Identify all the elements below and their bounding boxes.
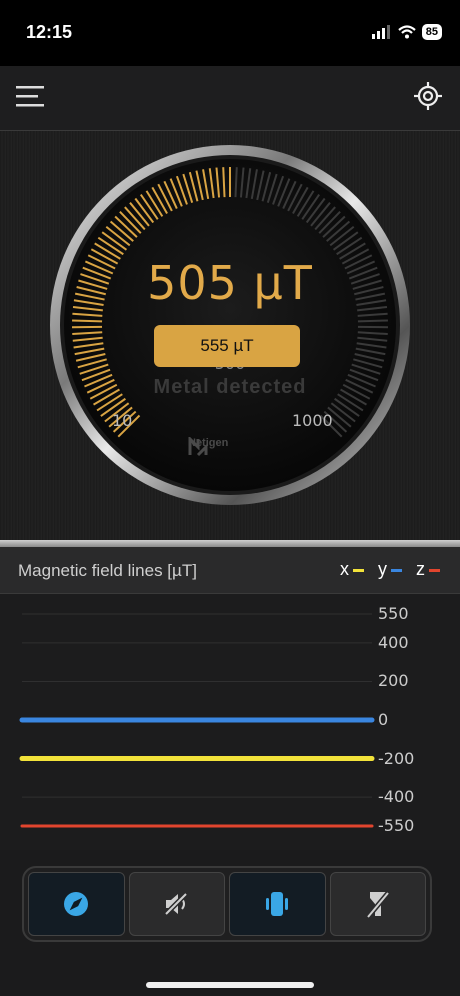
gauge-tick — [222, 167, 226, 198]
y-tick-label: -400 — [378, 787, 415, 807]
gauge-tick — [234, 167, 238, 198]
legend-z: z — [416, 559, 440, 580]
y-tick-label: 400 — [378, 632, 409, 652]
y-tick-label: 550 — [378, 604, 409, 623]
sound-tab[interactable] — [128, 872, 225, 936]
max-reading-badge: 555 µT — [154, 325, 300, 367]
vibrate-icon — [266, 892, 289, 916]
menu-icon — [16, 86, 44, 107]
divider — [0, 540, 460, 547]
y-tick-label: 200 — [378, 671, 409, 691]
compass-tab[interactable] — [28, 872, 125, 936]
status-time: 12:15 — [26, 22, 73, 42]
status-icons: 85 — [371, 24, 442, 40]
scale-max-label: 1000 — [292, 411, 333, 430]
brand-logo: Netigen — [188, 437, 228, 457]
wifi-icon — [398, 25, 416, 39]
status-bar: 12:15 85 — [0, 0, 460, 66]
field-chart: 550 400 200 0 -200 -400 -550 — [0, 594, 460, 850]
metal-status-text: Metal detected — [153, 376, 307, 398]
scale-min-label: 10 — [112, 411, 133, 430]
y-tick-label: 0 — [378, 710, 389, 729]
chart-title: Magnetic field lines [µT] — [18, 561, 197, 580]
gauge-tick — [72, 319, 103, 323]
field-reading: 505 µT — [147, 256, 313, 310]
menu-button[interactable] — [16, 84, 46, 110]
legend-y: y — [378, 559, 402, 580]
gauge-panel: 500 505 µT 555 µT Metal detected 10 1000… — [0, 131, 460, 540]
brand-icon — [188, 437, 208, 457]
compass-icon — [64, 892, 89, 916]
calibrate-button[interactable] — [414, 82, 442, 110]
signal-icon — [371, 25, 390, 39]
y-tick-label: -550 — [378, 816, 415, 835]
crosshair-icon — [414, 82, 442, 110]
battery-indicator: 85 — [421, 24, 442, 40]
bottom-toolbar — [22, 866, 432, 942]
sound-off-icon — [163, 892, 188, 916]
vibrate-tab[interactable] — [229, 872, 326, 936]
home-indicator — [146, 982, 314, 988]
gauge-tick — [357, 319, 388, 323]
flashlight-tab[interactable] — [329, 872, 426, 936]
flashlight-off-icon — [365, 891, 390, 919]
y-tick-label: -200 — [378, 748, 415, 768]
legend-x: x — [340, 559, 364, 580]
chart-legend: x y z — [340, 559, 440, 580]
chart-header: Magnetic field lines [µT] x y z — [0, 547, 460, 594]
top-bar — [0, 66, 460, 131]
